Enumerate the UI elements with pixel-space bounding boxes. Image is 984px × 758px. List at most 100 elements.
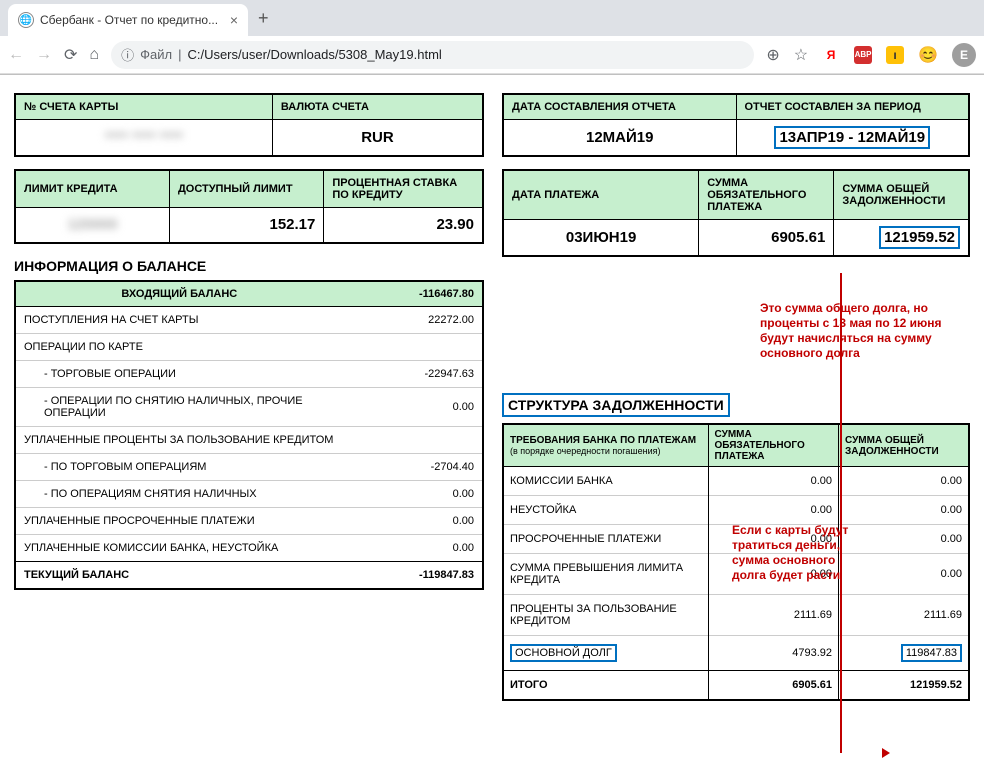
header-limit: ЛИМИТ КРЕДИТА — [15, 170, 169, 208]
header-avail: ДОСТУПНЫЙ ЛИМИТ — [169, 170, 323, 208]
forward-button[interactable]: → — [36, 46, 52, 64]
debt-row: ПРОЦЕНТЫ ЗА ПОЛЬЗОВАНИЕ КРЕДИТОМ2111.692… — [503, 595, 969, 636]
balance-row-value: -22947.63 — [343, 361, 483, 388]
balance-row-label: - ПО ТОРГОВЫМ ОПЕРАЦИЯМ — [15, 454, 343, 481]
report-date-table: ДАТА СОСТАВЛЕНИЯ ОТЧЕТА ОТЧЕТ СОСТАВЛЕН … — [502, 93, 970, 157]
value-report-date: 12МАЙ19 — [503, 120, 736, 157]
header-pay-date: ДАТА ПЛАТЕЖА — [503, 170, 699, 220]
balance-row-label: - ТОРГОВЫЕ ОПЕРАЦИИ — [15, 361, 343, 388]
info-icon: ⓘ — [121, 45, 134, 64]
value-card-number: **** **** **** — [105, 129, 183, 146]
abp-ext-icon[interactable]: ABP — [854, 46, 872, 64]
debt-row-label: НЕУСТОЙКА — [503, 496, 708, 525]
balance-row: ОПЕРАЦИИ ПО КАРТЕ — [15, 334, 483, 361]
ext-icon[interactable]: ı — [886, 46, 904, 64]
back-button[interactable]: ← — [8, 46, 24, 64]
balance-row: УПЛАЧЕННЫЕ КОМИССИИ БАНКА, НЕУСТОЙКА0.00 — [15, 535, 483, 562]
debt-row: НЕУСТОЙКА0.000.00 — [503, 496, 969, 525]
yandex-ext-icon[interactable]: Я — [822, 46, 840, 64]
balance-row-value: 0.00 — [343, 481, 483, 508]
header-report-period: ОТЧЕТ СОСТАВЛЕН ЗА ПЕРИОД — [736, 94, 969, 120]
balance-row-label: - ОПЕРАЦИИ ПО СНЯТИЮ НАЛИЧНЫХ, ПРОЧИЕ ОП… — [15, 388, 343, 427]
emoji-ext-icon[interactable]: 😊 — [918, 45, 938, 65]
payment-table: ДАТА ПЛАТЕЖА СУММА ОБЯЗАТЕЛЬНОГО ПЛАТЕЖА… — [502, 169, 970, 257]
value-pay-date: 03ИЮН19 — [503, 220, 699, 257]
annotation-arrow — [840, 273, 842, 753]
balance-row: - ОПЕРАЦИИ ПО СНЯТИЮ НАЛИЧНЫХ, ПРОЧИЕ ОП… — [15, 388, 483, 427]
credit-limit-table: ЛИМИТ КРЕДИТА ДОСТУПНЫЙ ЛИМИТ ПРОЦЕНТНАЯ… — [14, 169, 484, 245]
tab-title: Сбербанк - Отчет по кредитно... — [40, 13, 224, 27]
url-scheme: Файл — [140, 47, 172, 62]
value-incoming-balance: -116467.80 — [343, 281, 483, 307]
balance-row: УПЛАЧЕННЫЕ ПРОСРОЧЕННЫЕ ПЛАТЕЖИ0.00 — [15, 508, 483, 535]
debt-row-mand: 2111.69 — [708, 595, 838, 636]
debt-row-total: 0.00 — [839, 467, 970, 496]
debt-row-label: КОМИССИИ БАНКА — [503, 467, 708, 496]
balance-row-value: -2704.40 — [343, 454, 483, 481]
balance-row-label: ПОСТУПЛЕНИЯ НА СЧЕТ КАРТЫ — [15, 307, 343, 334]
value-current-balance: -119847.83 — [343, 562, 483, 590]
value-avail: 152.17 — [169, 207, 323, 243]
annotation-principal: Если с карты будут тратиться деньги, сум… — [732, 523, 862, 583]
debt-total-total: 121959.52 — [839, 671, 970, 701]
toolbar-right: ⊕ ☆ Я ABP ı 😊 Е — [766, 43, 976, 67]
browser-tab[interactable]: 🌐 Сбербанк - Отчет по кредитно... × — [8, 4, 248, 36]
balance-row-label: УПЛАЧЕННЫЕ КОМИССИИ БАНКА, НЕУСТОЙКА — [15, 535, 343, 562]
header-rate: ПРОЦЕНТНАЯ СТАВКА ПО КРЕДИТУ — [324, 170, 483, 208]
header-total-debt: СУММА ОБЩЕЙ ЗАДОЛЖЕННОСТИ — [834, 170, 969, 220]
debt-row-total: 0.00 — [839, 496, 970, 525]
balance-row-label: - ПО ОПЕРАЦИЯМ СНЯТИЯ НАЛИЧНЫХ — [15, 481, 343, 508]
close-icon[interactable]: × — [230, 12, 238, 28]
balance-row-value — [343, 334, 483, 361]
header-bank-req: ТРЕБОВАНИЯ БАНКА ПО ПЛАТЕЖАМ (в порядке … — [503, 424, 708, 467]
arrow-head-icon — [882, 748, 890, 758]
balance-row-value: 0.00 — [343, 508, 483, 535]
debt-row-label: СУММА ПРЕВЫШЕНИЯ ЛИМИТА КРЕДИТА — [503, 554, 708, 595]
balance-row-label: УПЛАЧЕННЫЕ ПРОСРОЧЕННЫЕ ПЛАТЕЖИ — [15, 508, 343, 535]
balance-row: - ПО ОПЕРАЦИЯМ СНЯТИЯ НАЛИЧНЫХ0.00 — [15, 481, 483, 508]
value-mandatory: 6905.61 — [699, 220, 834, 257]
debt-row-label: ОСНОВНОЙ ДОЛГ — [503, 636, 708, 671]
balance-row-value — [343, 427, 483, 454]
header-current-balance: ТЕКУЩИЙ БАЛАНС — [15, 562, 343, 590]
header-incoming-balance: ВХОДЯЩИЙ БАЛАНС — [15, 281, 343, 307]
browser-chrome: 🌐 Сбербанк - Отчет по кредитно... × + ← … — [0, 0, 984, 75]
balance-row-value: 22272.00 — [343, 307, 483, 334]
document-content: № СЧЕТА КАРТЫ ВАЛЮТА СЧЕТА **** **** ***… — [0, 75, 984, 719]
balance-row: УПЛАЧЕННЫЕ ПРОЦЕНТЫ ЗА ПОЛЬЗОВАНИЕ КРЕДИ… — [15, 427, 483, 454]
header-card-number: № СЧЕТА КАРТЫ — [15, 94, 272, 120]
value-report-period: 13АПР19 - 12МАЙ19 — [774, 126, 930, 149]
reload-button[interactable]: ⟳ — [64, 45, 77, 65]
address-bar[interactable]: ⓘ Файл | C:/Users/user/Downloads/5308_Ma… — [111, 41, 754, 69]
value-currency: RUR — [272, 120, 483, 156]
debt-row-mand: 0.00 — [708, 467, 838, 496]
globe-icon: 🌐 — [18, 12, 34, 28]
debt-row-label: ПРОЦЕНТЫ ЗА ПОЛЬЗОВАНИЕ КРЕДИТОМ — [503, 595, 708, 636]
debt-row-label: ПРОСРОЧЕННЫЕ ПЛАТЕЖИ — [503, 525, 708, 554]
debt-row-total: 119847.83 — [839, 636, 970, 671]
debt-structure-title: СТРУКТУРА ЗАДОЛЖЕННОСТИ — [502, 393, 730, 417]
debt-row-mand: 4793.92 — [708, 636, 838, 671]
balance-row: ПОСТУПЛЕНИЯ НА СЧЕТ КАРТЫ22272.00 — [15, 307, 483, 334]
profile-avatar[interactable]: Е — [952, 43, 976, 67]
header-mand-pay: СУММА ОБЯЗАТЕЛЬНОГО ПЛАТЕЖА — [708, 424, 838, 467]
home-button[interactable]: ⌂ — [89, 46, 99, 64]
star-icon[interactable]: ☆ — [794, 45, 808, 65]
debt-total-mand: 6905.61 — [708, 671, 838, 701]
zoom-icon[interactable]: ⊕ — [766, 45, 779, 65]
new-tab-button[interactable]: + — [258, 8, 269, 29]
debt-total-label: ИТОГО — [503, 671, 708, 701]
value-limit: 120000 — [67, 216, 117, 233]
balance-title: ИНФОРМАЦИЯ О БАЛАНСЕ — [14, 258, 484, 274]
balance-row: - ТОРГОВЫЕ ОПЕРАЦИИ-22947.63 — [15, 361, 483, 388]
balance-row-label: УПЛАЧЕННЫЕ ПРОЦЕНТЫ ЗА ПОЛЬЗОВАНИЕ КРЕДИ… — [15, 427, 343, 454]
balance-row: - ПО ТОРГОВЫМ ОПЕРАЦИЯМ-2704.40 — [15, 454, 483, 481]
debt-row: ОСНОВНОЙ ДОЛГ4793.92119847.83 — [503, 636, 969, 671]
header-total-owed: СУММА ОБЩЕЙ ЗАДОЛЖЕННОСТИ — [839, 424, 970, 467]
card-info-table: № СЧЕТА КАРТЫ ВАЛЮТА СЧЕТА **** **** ***… — [14, 93, 484, 157]
debt-row: КОМИССИИ БАНКА0.000.00 — [503, 467, 969, 496]
header-report-date: ДАТА СОСТАВЛЕНИЯ ОТЧЕТА — [503, 94, 736, 120]
annotation-total-debt: Это сумма общего долга, но проценты с 13… — [760, 301, 970, 361]
header-mandatory: СУММА ОБЯЗАТЕЛЬНОГО ПЛАТЕЖА — [699, 170, 834, 220]
balance-table: ВХОДЯЩИЙ БАЛАНС -116467.80 ПОСТУПЛЕНИЯ Н… — [14, 280, 484, 590]
